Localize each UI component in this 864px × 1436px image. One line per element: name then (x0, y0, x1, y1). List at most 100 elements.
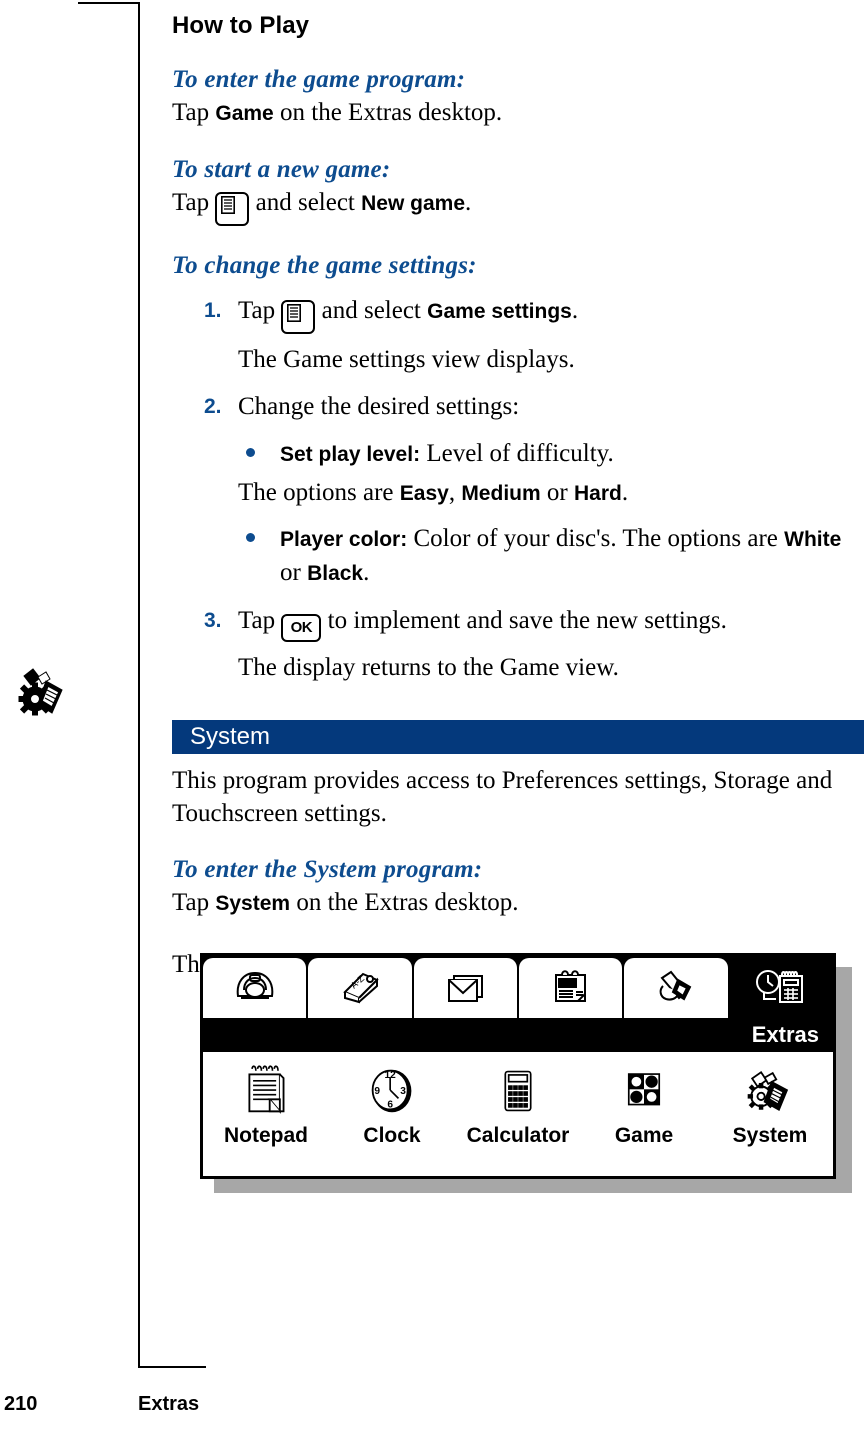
margin-rule-top (78, 2, 140, 4)
app-clock[interactable]: 12 3 6 9 Clock (333, 1060, 451, 1148)
text-run: The options are (238, 479, 400, 506)
paragraph-start-new-game: Tap and select New game. (172, 186, 864, 226)
numbered-steps-list: 1. Tap and select Game settings. The Game… (172, 294, 864, 423)
page-footer: 210 Extras (0, 1393, 864, 1425)
text-run: Change the desired settings: (238, 393, 520, 420)
subheading-start-new-game: To start a new game: (172, 156, 391, 183)
step-item-2: 2. Change the desired settings: (172, 390, 864, 423)
system-gear-icon (745, 1060, 795, 1122)
app-label: System (732, 1124, 808, 1147)
numbered-steps-list-continued: 3. Tap OK to implement and save the new s… (172, 604, 864, 684)
text-run: . (621, 479, 629, 506)
subheading-change-settings: To change the game settings: (172, 252, 477, 279)
address-book-az-icon: A-Z (337, 968, 383, 1009)
margin-rule-bottom (138, 1366, 206, 1368)
system-gear-stylus-icon (16, 663, 74, 721)
contacts-tab[interactable]: A-Z (308, 958, 412, 1018)
app-calculator[interactable]: Calculator (459, 1060, 577, 1148)
page-title: How to Play (172, 12, 310, 39)
step-item-1: 1. Tap and select Game settings. The Game… (172, 294, 864, 376)
text-run: to implement and save the new settings. (321, 607, 727, 634)
app-label: Calculator (466, 1124, 570, 1147)
device-screen: A-Z Extras Notepad 12 3 6 9 Clock Calcul… (200, 953, 836, 1179)
option-medium: Medium (461, 482, 541, 505)
option-white: White (784, 528, 842, 551)
text-run: or (540, 479, 574, 506)
bold-game: Game (215, 102, 274, 125)
option-black: Black (307, 562, 364, 585)
text-run: on the Extras desktop. (290, 889, 519, 916)
step-number: 1. (204, 299, 222, 322)
messaging-tab[interactable] (413, 958, 517, 1018)
bullet-label: Set play level: (280, 443, 421, 466)
text-run: Tap (172, 99, 216, 126)
bullet-label: Player color: (280, 528, 408, 551)
office-tab[interactable] (624, 958, 728, 1018)
menu-key-icon (215, 192, 250, 226)
text-run: Color of your disc's. The options are (407, 525, 785, 552)
app-game[interactable]: Game (585, 1060, 703, 1148)
device-screenshot-figure: A-Z Extras Notepad 12 3 6 9 Clock Calcul… (200, 953, 852, 1193)
bold-system: System (215, 892, 291, 915)
svg-text:9: 9 (374, 1086, 380, 1097)
bullet-dot-icon (246, 533, 255, 542)
text-run: on the Extras desktop. (273, 99, 503, 126)
bullet-dot-icon (246, 448, 255, 457)
text-run: and select (249, 189, 362, 216)
paragraph-system-intro: This program provides access to Preferen… (172, 767, 833, 827)
settings-bullet-list: Set play level: Level of difficulty. The… (172, 437, 864, 590)
step-item-3: 3. Tap OK to implement and save the new s… (172, 604, 864, 684)
bold-new-game: New game (361, 192, 466, 215)
active-tab-label: Extras (751, 1022, 819, 1047)
footer-section-name: Extras (138, 1393, 200, 1415)
calendar-icon (548, 968, 594, 1009)
envelope-icon (442, 968, 488, 1009)
bold-game-settings: Game settings (427, 300, 572, 323)
bullet-item-set-play-level: Set play level: Level of difficulty. (238, 437, 864, 471)
bullet-follow-options: The options are Easy, Medium or Hard. (238, 476, 864, 510)
svg-text:6: 6 (387, 1100, 393, 1111)
subheading-enter-system: To enter the System program: (172, 856, 483, 883)
option-hard: Hard (573, 482, 622, 505)
page-number: 210 (4, 1393, 38, 1415)
clock-icon: 12 3 6 9 (368, 1060, 416, 1122)
calendar-tab[interactable] (518, 958, 623, 1018)
section-banner-system: System (172, 720, 864, 754)
text-run: . (571, 297, 579, 324)
paragraph-enter-system: Tap System on the Extras desktop. (172, 886, 864, 920)
bullet-item-player-color: Player color: Color of your disc's. The … (238, 522, 864, 590)
telephone-icon (232, 968, 278, 1009)
subheading-enter-game: To enter the game program: (172, 66, 466, 93)
step-subtext: The display returns to the Game view. (238, 654, 619, 681)
othello-game-icon (622, 1060, 666, 1122)
text-run: Tap (238, 607, 282, 634)
app-label: Clock (363, 1124, 421, 1147)
application-tab-strip: A-Z (203, 956, 833, 1018)
text-run: or (280, 559, 308, 586)
step-number: 3. (204, 609, 222, 632)
text-run: Tap (238, 297, 282, 324)
paragraph-enter-game: Tap Game on the Extras desktop. (172, 96, 864, 130)
ok-key-icon: OK (281, 614, 322, 642)
telephone-tab[interactable] (203, 958, 307, 1018)
text-run: . (363, 559, 370, 586)
content-column: How to Play To enter the game program: T… (172, 0, 864, 981)
text-run: Tap (172, 889, 216, 916)
margin-rule-vertical (138, 2, 140, 1368)
app-label: Notepad (224, 1124, 308, 1147)
app-label: Game (614, 1124, 674, 1147)
calculator-icon (496, 1060, 540, 1122)
text-run: Tap (172, 189, 216, 216)
svg-text:3: 3 (400, 1086, 406, 1097)
notepad-icon (242, 1060, 290, 1122)
app-notepad[interactable]: Notepad (207, 1060, 325, 1148)
app-system[interactable]: System (711, 1060, 829, 1148)
text-run: Level of difficulty. (420, 440, 614, 467)
active-tab-label-row: Extras (203, 1018, 833, 1052)
text-run: and select (315, 297, 428, 324)
extras-tab[interactable] (729, 958, 833, 1018)
clock-calculator-icon (754, 968, 808, 1009)
text-run: . (465, 189, 472, 216)
option-easy: Easy (399, 482, 449, 505)
step-subtext: The Game settings view displays. (238, 346, 575, 373)
